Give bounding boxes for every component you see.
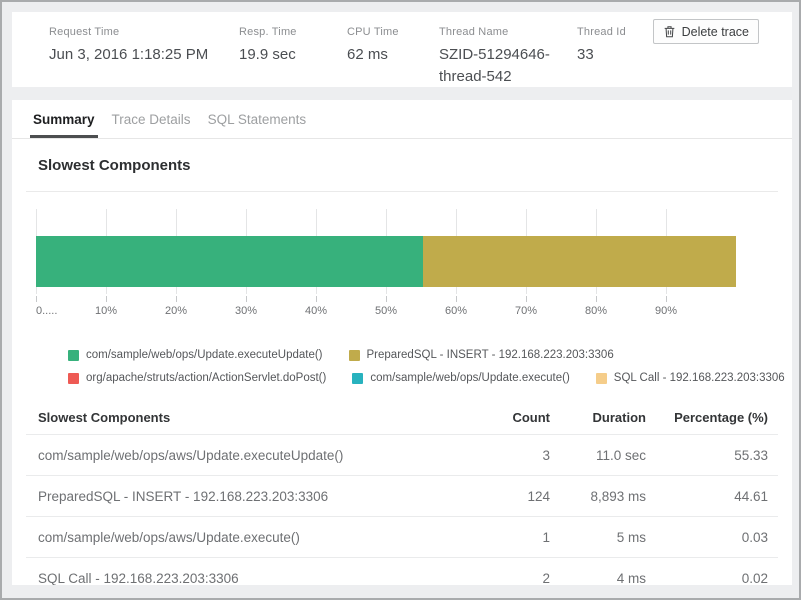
tab-bar: Summary Trace Details SQL Statements bbox=[12, 100, 792, 139]
axis-tick bbox=[246, 296, 247, 302]
legend-swatch bbox=[68, 373, 79, 384]
field-value: SZID-51294646-thread-542 bbox=[439, 44, 577, 88]
section-title: Slowest Components bbox=[38, 157, 191, 174]
cell-percentage: 55.33 bbox=[646, 448, 778, 463]
axis-tick bbox=[456, 296, 457, 302]
cell-component: com/sample/web/ops/aws/Update.execute() bbox=[26, 530, 460, 545]
legend-swatch bbox=[349, 350, 360, 361]
legend-item[interactable]: com/sample/web/ops/Update.execute() bbox=[352, 372, 569, 384]
column-header-count: Count bbox=[460, 410, 550, 425]
axis-tick-label: 20% bbox=[165, 305, 187, 317]
table-header-row: Slowest ComponentsCountDurationPercentag… bbox=[26, 400, 778, 434]
delete-trace-button[interactable]: Delete trace bbox=[653, 19, 759, 44]
axis-tick bbox=[666, 296, 667, 302]
axis-tick-label: 60% bbox=[445, 305, 467, 317]
cell-percentage: 44.61 bbox=[646, 489, 778, 504]
slowest-components-table: Slowest ComponentsCountDurationPercentag… bbox=[26, 400, 778, 585]
table-row: PreparedSQL - INSERT - 192.168.223.203:3… bbox=[26, 475, 778, 516]
header-field-3: CPU Time 62 ms bbox=[347, 26, 439, 87]
axis-tick bbox=[526, 296, 527, 302]
field-label: Request Time bbox=[49, 26, 239, 38]
field-label: Resp. Time bbox=[239, 26, 347, 38]
cell-component: PreparedSQL - INSERT - 192.168.223.203:3… bbox=[26, 489, 460, 504]
header-fields: Request Time Jun 3, 2016 1:18:25 PMResp. … bbox=[49, 26, 626, 87]
header-field-4: Thread Name SZID-51294646-thread-542 bbox=[439, 26, 577, 87]
legend-label: com/sample/web/ops/Update.executeUpdate(… bbox=[86, 349, 323, 361]
delete-trace-label: Delete trace bbox=[682, 25, 749, 39]
header-field-5: Thread Id 33 bbox=[577, 26, 626, 87]
bar-segment-2 bbox=[423, 236, 735, 287]
cell-duration: 5 ms bbox=[550, 530, 646, 545]
field-label: Thread Id bbox=[577, 26, 626, 38]
legend-item[interactable]: org/apache/struts/action/ActionServlet.d… bbox=[68, 372, 326, 384]
table-row: com/sample/web/ops/aws/Update.executeUpd… bbox=[26, 434, 778, 475]
axis-tick-label: 40% bbox=[305, 305, 327, 317]
field-value: 62 ms bbox=[347, 44, 439, 66]
cell-count: 1 bbox=[460, 530, 550, 545]
field-value: Jun 3, 2016 1:18:25 PM bbox=[49, 44, 239, 66]
header-field-2: Resp. Time 19.9 sec bbox=[239, 26, 347, 87]
trace-header-card: Request Time Jun 3, 2016 1:18:25 PMResp. … bbox=[12, 12, 792, 87]
trace-detail-panel: Summary Trace Details SQL Statements Slowe… bbox=[12, 100, 792, 585]
column-header-pct: Percentage (%) bbox=[646, 410, 778, 425]
axis-tick bbox=[386, 296, 387, 302]
header-field-1: Request Time Jun 3, 2016 1:18:25 PM bbox=[49, 26, 239, 87]
legend-swatch bbox=[68, 350, 79, 361]
cell-duration: 8,893 ms bbox=[550, 489, 646, 504]
axis-tick-label: 90% bbox=[655, 305, 677, 317]
column-header-dur: Duration bbox=[550, 410, 646, 425]
legend-label: SQL Call - 192.168.223.203:3306 bbox=[614, 372, 785, 384]
cell-component: SQL Call - 192.168.223.203:3306 bbox=[26, 571, 460, 586]
cell-component: com/sample/web/ops/aws/Update.executeUpd… bbox=[26, 448, 460, 463]
cell-duration: 11.0 sec bbox=[550, 448, 646, 463]
legend-row: com/sample/web/ops/Update.executeUpdate(… bbox=[68, 349, 778, 361]
field-value: 19.9 sec bbox=[239, 44, 347, 66]
section-separator bbox=[26, 191, 778, 192]
legend-swatch bbox=[596, 373, 607, 384]
axis-tick bbox=[176, 296, 177, 302]
cell-count: 124 bbox=[460, 489, 550, 504]
trace-summary-page: { "header": { "fields": [ { "label": "Re… bbox=[0, 0, 801, 600]
bar-segment-1 bbox=[36, 236, 423, 287]
column-header-name: Slowest Components bbox=[26, 410, 460, 425]
table-row: SQL Call - 192.168.223.203:330624 ms0.02 bbox=[26, 557, 778, 585]
axis-tick-label: 70% bbox=[515, 305, 537, 317]
cell-count: 3 bbox=[460, 448, 550, 463]
table-row: com/sample/web/ops/aws/Update.execute()1… bbox=[26, 516, 778, 557]
legend-item[interactable]: com/sample/web/ops/Update.executeUpdate(… bbox=[68, 349, 323, 361]
cell-percentage: 0.03 bbox=[646, 530, 778, 545]
axis-tick-label: 30% bbox=[235, 305, 257, 317]
cell-percentage: 0.02 bbox=[646, 571, 778, 586]
axis-tick-label: 80% bbox=[585, 305, 607, 317]
axis-tick bbox=[316, 296, 317, 302]
legend-swatch bbox=[352, 373, 363, 384]
field-label: CPU Time bbox=[347, 26, 439, 38]
legend-row: org/apache/struts/action/ActionServlet.d… bbox=[68, 372, 778, 384]
stacked-percentage-bar bbox=[36, 236, 736, 287]
axis-tick bbox=[36, 296, 37, 302]
tab-trace-details[interactable]: Trace Details bbox=[109, 100, 194, 138]
chart-legend: com/sample/web/ops/Update.executeUpdate(… bbox=[68, 349, 778, 395]
legend-item[interactable]: PreparedSQL - INSERT - 192.168.223.203:3… bbox=[349, 349, 614, 361]
legend-label: org/apache/struts/action/ActionServlet.d… bbox=[86, 372, 326, 384]
field-value: 33 bbox=[577, 44, 626, 66]
tab-sql-statements[interactable]: SQL Statements bbox=[205, 100, 310, 138]
legend-item[interactable]: SQL Call - 192.168.223.203:3306 bbox=[596, 372, 785, 384]
cell-duration: 4 ms bbox=[550, 571, 646, 586]
tab-summary[interactable]: Summary bbox=[30, 100, 98, 138]
cell-count: 2 bbox=[460, 571, 550, 586]
axis-tick bbox=[106, 296, 107, 302]
trash-icon bbox=[663, 25, 676, 38]
axis-tick-label: 10% bbox=[95, 305, 117, 317]
axis-tick bbox=[596, 296, 597, 302]
legend-label: com/sample/web/ops/Update.execute() bbox=[370, 372, 569, 384]
legend-label: PreparedSQL - INSERT - 192.168.223.203:3… bbox=[367, 349, 614, 361]
axis-tick-label: 0..... bbox=[36, 305, 57, 317]
axis-tick-label: 50% bbox=[375, 305, 397, 317]
slowest-components-chart: 0..... 10% 20% 30% 40% 50% 60% 70% 80% 90% bbox=[36, 209, 736, 321]
field-label: Thread Name bbox=[439, 26, 577, 38]
